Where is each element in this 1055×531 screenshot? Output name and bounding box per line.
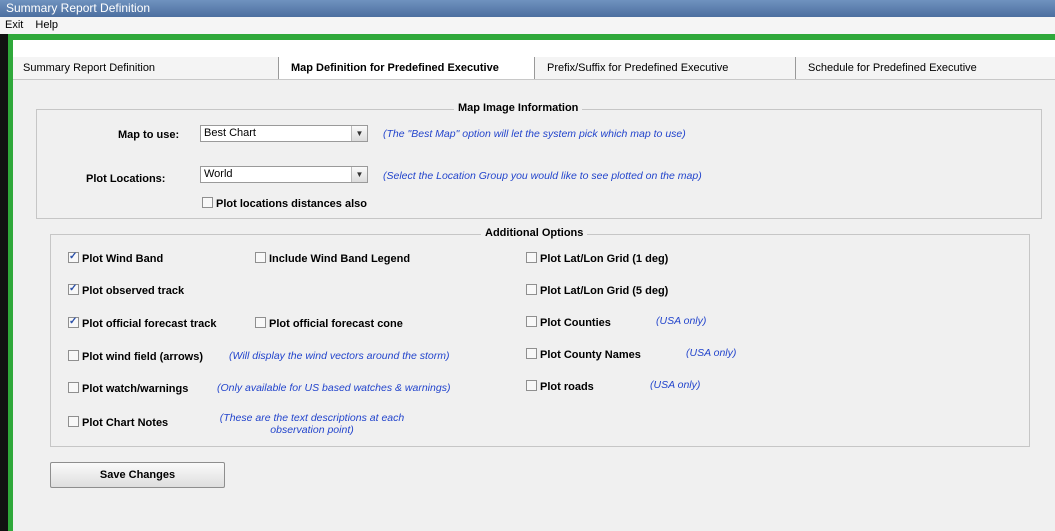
include-wind-legend-checkbox[interactable]: Include Wind Band Legend bbox=[255, 252, 410, 266]
forecast-track-label: Plot official forecast track bbox=[82, 318, 217, 330]
watch-warnings-checkbox[interactable]: Plot watch/warnings bbox=[68, 382, 188, 396]
county-names-label: Plot County Names bbox=[540, 349, 641, 361]
plot-roads-checkbox[interactable]: Plot roads bbox=[526, 380, 594, 394]
forecast-cone-label: Plot official forecast cone bbox=[269, 318, 403, 330]
plot-distances-label: Plot locations distances also bbox=[216, 198, 367, 210]
map-image-group-title: Map Image Information bbox=[454, 102, 583, 114]
plot-observed-label: Plot observed track bbox=[82, 285, 185, 297]
plot-roads-label: Plot roads bbox=[540, 381, 594, 393]
plot-wind-band-label: Plot Wind Band bbox=[82, 253, 164, 265]
chevron-down-icon[interactable]: ▼ bbox=[351, 167, 367, 182]
counties-hint: (USA only) bbox=[656, 315, 707, 327]
menu-exit[interactable]: Exit bbox=[5, 19, 23, 31]
save-changes-button[interactable]: Save Changes bbox=[50, 462, 225, 488]
latlon-5deg-checkbox[interactable]: Plot Lat/Lon Grid (5 deg) bbox=[526, 284, 668, 298]
additional-options-group-title: Additional Options bbox=[481, 227, 588, 239]
wind-field-label: Plot wind field (arrows) bbox=[82, 351, 204, 363]
checkbox-box[interactable] bbox=[526, 284, 537, 295]
chevron-down-icon[interactable]: ▼ bbox=[351, 126, 367, 141]
frame-edge bbox=[0, 34, 8, 531]
wind-field-checkbox[interactable]: Plot wind field (arrows) bbox=[68, 350, 203, 364]
checkbox-box[interactable] bbox=[255, 252, 266, 263]
latlon-5deg-label: Plot Lat/Lon Grid (5 deg) bbox=[540, 285, 669, 297]
tab-prefix-suffix[interactable]: Prefix/Suffix for Predefined Executive bbox=[534, 57, 795, 79]
include-wind-legend-label: Include Wind Band Legend bbox=[269, 253, 411, 265]
checkbox-checked-icon[interactable] bbox=[68, 250, 79, 263]
plot-observed-checkbox[interactable]: Plot observed track bbox=[68, 282, 185, 298]
map-to-use-select[interactable]: Best Chart ▼ bbox=[200, 125, 368, 142]
county-names-checkbox[interactable]: Plot County Names bbox=[526, 348, 641, 362]
chart-notes-hint-line-1: (These are the text descriptions at each bbox=[219, 412, 405, 424]
watch-warnings-hint: (Only available for US based watches & w… bbox=[217, 382, 451, 394]
watch-warnings-label: Plot watch/warnings bbox=[82, 383, 189, 395]
roads-hint: (USA only) bbox=[650, 379, 701, 391]
menu-help[interactable]: Help bbox=[35, 19, 58, 31]
plot-counties-label: Plot Counties bbox=[540, 317, 611, 329]
tab-summary-report[interactable]: Summary Report Definition bbox=[13, 57, 278, 79]
menu-bar: Exit Help bbox=[0, 17, 1055, 34]
plot-locations-hint: (Select the Location Group you would lik… bbox=[383, 170, 702, 182]
plot-locations-select[interactable]: World ▼ bbox=[200, 166, 368, 183]
app-window: Summary Report Definition Exit Help Summ… bbox=[0, 0, 1055, 531]
checkbox-box[interactable] bbox=[526, 380, 537, 391]
forecast-cone-checkbox[interactable]: Plot official forecast cone bbox=[255, 317, 403, 331]
checkbox-box[interactable] bbox=[202, 197, 213, 208]
forecast-track-checkbox[interactable]: Plot official forecast track bbox=[68, 315, 217, 331]
chart-notes-hint-line-2: observation point) bbox=[270, 424, 354, 436]
checkbox-box[interactable] bbox=[68, 350, 79, 361]
county-names-hint: (USA only) bbox=[686, 347, 737, 359]
plot-counties-checkbox[interactable]: Plot Counties bbox=[526, 316, 611, 330]
map-to-use-value: Best Chart bbox=[204, 127, 256, 139]
plot-distances-checkbox[interactable]: Plot locations distances also bbox=[202, 197, 367, 211]
map-to-use-hint: (The "Best Map" option will let the syst… bbox=[383, 128, 686, 140]
latlon-1deg-checkbox[interactable]: Plot Lat/Lon Grid (1 deg) bbox=[526, 252, 668, 266]
chart-notes-label: Plot Chart Notes bbox=[82, 417, 169, 429]
title-bar: Summary Report Definition bbox=[0, 0, 1055, 17]
checkbox-box[interactable] bbox=[68, 416, 79, 427]
checkbox-box[interactable] bbox=[526, 316, 537, 327]
checkbox-box[interactable] bbox=[526, 348, 537, 359]
checkbox-checked-icon[interactable] bbox=[68, 282, 79, 295]
checkbox-box[interactable] bbox=[255, 317, 266, 328]
map-image-group bbox=[36, 109, 1042, 219]
checkbox-box[interactable] bbox=[526, 252, 537, 263]
chart-notes-checkbox[interactable]: Plot Chart Notes bbox=[68, 416, 168, 430]
plot-locations-value: World bbox=[204, 168, 233, 180]
plot-locations-label: Plot Locations: bbox=[86, 173, 166, 185]
map-to-use-label: Map to use: bbox=[118, 129, 180, 141]
tab-schedule[interactable]: Schedule for Predefined Executive bbox=[795, 57, 1055, 79]
checkbox-checked-icon[interactable] bbox=[68, 315, 79, 328]
tab-map-definition[interactable]: Map Definition for Predefined Executive bbox=[278, 57, 534, 79]
chart-notes-hint: (These are the text descriptions at each… bbox=[212, 412, 412, 436]
wind-field-hint: (Will display the wind vectors around th… bbox=[229, 350, 450, 362]
latlon-1deg-label: Plot Lat/Lon Grid (1 deg) bbox=[540, 253, 669, 265]
plot-wind-band-checkbox[interactable]: Plot Wind Band bbox=[68, 250, 164, 266]
checkbox-box[interactable] bbox=[68, 382, 79, 393]
